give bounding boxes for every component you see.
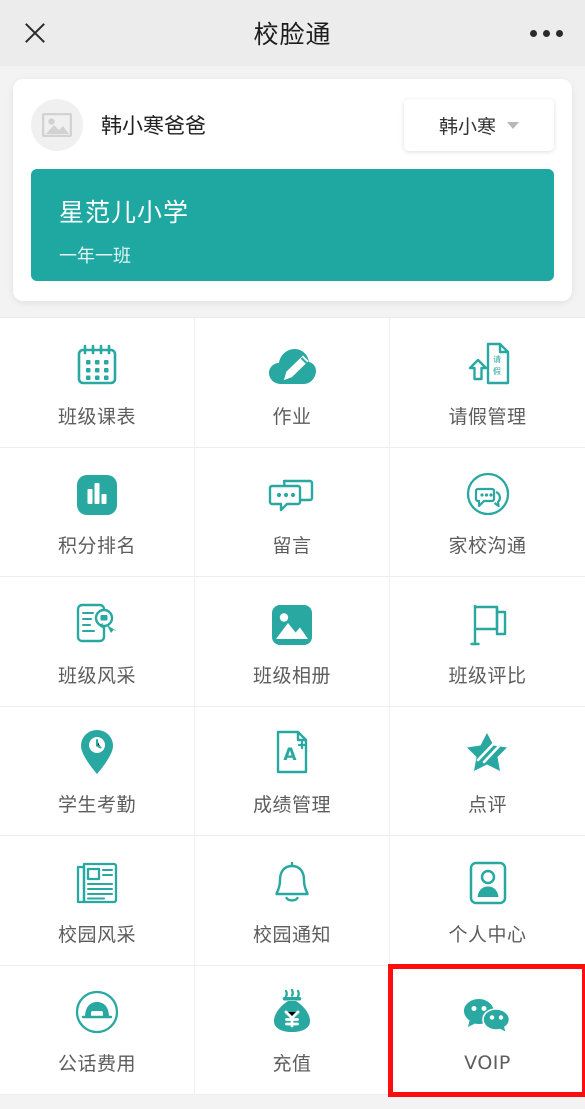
- grid-item-label: VOIP: [464, 1051, 511, 1074]
- grid-item-campus-notice[interactable]: 校园通知: [195, 836, 390, 966]
- grid-item-phone-fees[interactable]: 公话费用: [0, 965, 195, 1095]
- image-placeholder-icon: [42, 113, 72, 137]
- grid-item-score-ranking[interactable]: 积分排名: [0, 447, 195, 577]
- app-header: 校脸通: [0, 0, 585, 66]
- grid-item-label: 成绩管理: [252, 794, 331, 817]
- header-right: [499, 29, 563, 37]
- more-dots-icon[interactable]: [530, 29, 563, 37]
- grid-item-campus-showcase[interactable]: 校园风采: [0, 836, 195, 966]
- grid-item-homework[interactable]: 作业: [195, 318, 390, 448]
- grid-item-label: 积分排名: [57, 535, 136, 558]
- student-selector-value: 韩小寒: [438, 115, 496, 138]
- svg-text:假: 假: [493, 367, 501, 376]
- grid-item-student-attendance[interactable]: 学生考勤: [0, 706, 195, 836]
- newspaper-icon: [74, 854, 120, 906]
- svg-text:请: 请: [493, 354, 501, 364]
- close-icon[interactable]: [22, 20, 48, 46]
- bell-icon: [271, 854, 313, 906]
- school-banner[interactable]: 星范儿小学 一年一班: [31, 169, 554, 281]
- grid-item-class-showcase[interactable]: 班级风采: [0, 577, 195, 707]
- grid-item-personal-center[interactable]: 个人中心: [390, 836, 585, 966]
- grid-item-label: 校园风采: [57, 923, 136, 946]
- telephone-circle-icon: [74, 983, 120, 1035]
- cloud-pencil-icon: [267, 336, 317, 388]
- grid-item-voip[interactable]: VOIP: [388, 963, 585, 1097]
- person-card-icon: [467, 854, 509, 906]
- grid-item-label: 个人中心: [448, 923, 527, 946]
- location-clock-pin-icon: [78, 724, 116, 776]
- grid-item-home-school-communication[interactable]: 家校沟通: [390, 447, 585, 577]
- grid-item-label: 留言: [272, 535, 312, 558]
- school-name: 星范儿小学: [59, 198, 190, 227]
- grid-item-label: 充值: [272, 1053, 312, 1076]
- page-title: 校脸通: [253, 20, 332, 49]
- class-name: 一年一班: [59, 246, 131, 267]
- app-grid: 班级课表 作业 请 假 请假管理 积分排名 留言 家校沟通 班级风采 班级相册 …: [0, 317, 585, 1097]
- wechat-bubbles-icon: [462, 986, 514, 1038]
- grid-item-label: 公话费用: [57, 1053, 136, 1076]
- grid-item-label: 班级相册: [252, 664, 331, 687]
- chevron-down-icon: [507, 121, 519, 129]
- profile-card: 韩小寒爸爸 韩小寒 星范儿小学 一年一班: [13, 79, 572, 301]
- grid-item-label: 作业: [272, 405, 312, 428]
- grid-item-comments[interactable]: 点评: [390, 706, 585, 836]
- grid-item-label: 班级风采: [57, 664, 136, 687]
- star-pen-icon: [464, 724, 512, 776]
- parent-name: 韩小寒爸爸: [101, 114, 206, 138]
- grid-item-label: 校园通知: [252, 923, 331, 946]
- flag-icon: [466, 595, 510, 647]
- calendar-icon: [74, 336, 120, 388]
- svg-text:A: A: [283, 745, 297, 765]
- photo-icon: [270, 595, 314, 647]
- grid-item-label: 班级课表: [57, 405, 136, 428]
- certificate-icon: [73, 595, 121, 647]
- grid-item-message-board[interactable]: 留言: [195, 447, 390, 577]
- bar-chart-icon: [75, 465, 119, 517]
- header-left: [22, 20, 86, 46]
- avatar[interactable]: [31, 99, 83, 151]
- profile-card-wrap: 韩小寒爸爸 韩小寒 星范儿小学 一年一班: [0, 66, 585, 301]
- profile-card-top: 韩小寒爸爸 韩小寒: [31, 97, 554, 153]
- chat-circle-icon: [465, 465, 511, 517]
- message-bubbles-icon: [268, 465, 316, 517]
- grid-item-recharge[interactable]: 充值: [195, 965, 390, 1095]
- grid-item-label: 家校沟通: [448, 535, 527, 558]
- leave-request-document-icon: 请 假: [463, 336, 513, 388]
- grid-item-leave-management[interactable]: 请 假 请假管理: [390, 318, 585, 448]
- grid-item-label: 班级评比: [448, 664, 527, 687]
- grid-item-grade-management[interactable]: A 成绩管理: [195, 706, 390, 836]
- student-selector[interactable]: 韩小寒: [404, 99, 554, 151]
- grid-item-class-album[interactable]: 班级相册: [195, 577, 390, 707]
- grid-item-label: 点评: [467, 794, 507, 817]
- grid-item-label: 学生考勤: [57, 794, 136, 817]
- grid-item-class-schedule[interactable]: 班级课表: [0, 318, 195, 448]
- identity-block: 韩小寒爸爸: [31, 99, 206, 151]
- grid-item-label: 请假管理: [448, 405, 527, 428]
- money-bag-yuan-icon: [270, 983, 314, 1035]
- grid-item-class-rating[interactable]: 班级评比: [390, 577, 585, 707]
- grade-a-plus-icon: A: [271, 724, 313, 776]
